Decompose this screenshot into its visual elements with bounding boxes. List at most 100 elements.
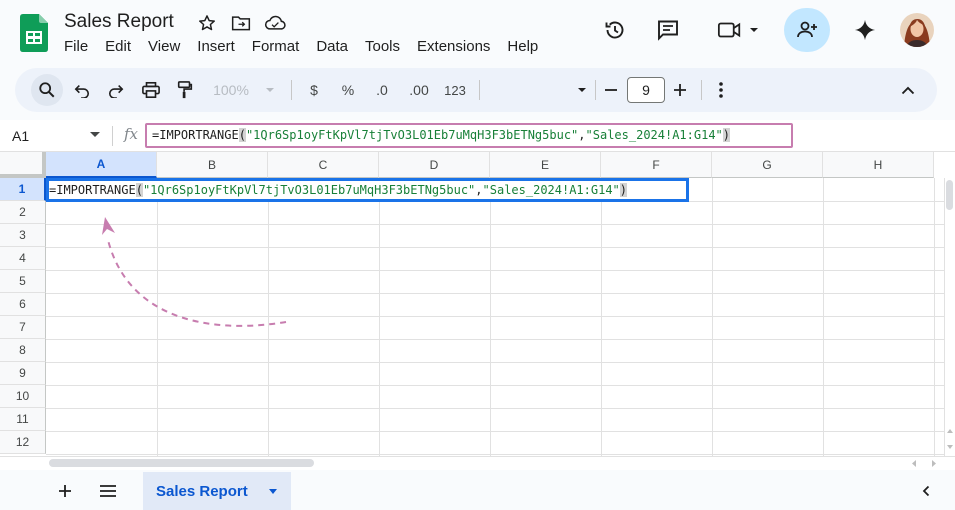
row-header-1[interactable]: 1 (0, 178, 46, 201)
increase-font-size-icon[interactable] (669, 68, 691, 112)
scroll-arrows-icon[interactable] (945, 424, 955, 454)
vertical-scrollbar[interactable] (944, 178, 955, 456)
grid-line (46, 408, 946, 409)
comments-icon[interactable] (652, 8, 684, 52)
more-formats-button[interactable]: 123 (441, 68, 469, 112)
column-header-h[interactable]: H (823, 152, 934, 178)
menu-view[interactable]: View (148, 38, 180, 55)
formula-open-paren: ( (238, 128, 246, 142)
document-title[interactable]: Sales Report (64, 11, 174, 33)
zoom-chevron-down-icon[interactable] (263, 68, 277, 112)
version-history-icon[interactable] (599, 8, 631, 52)
formula-bar-divider (112, 126, 113, 146)
formula-comma: , (578, 128, 586, 142)
column-header-f[interactable]: F (601, 152, 712, 178)
formula-arg-url: "1Qr6Sp1oyFtKpVl7tjTvO3L01Eb7uMqH3F3bETN… (245, 128, 579, 142)
explore-collapse-chevron-left-icon[interactable] (915, 471, 937, 510)
format-currency-button[interactable]: $ (303, 68, 325, 112)
grid-line (601, 178, 602, 456)
toolbar-divider (291, 80, 292, 100)
cloud-status-icon[interactable] (263, 12, 287, 34)
cell-formula-open-paren: ( (135, 183, 143, 197)
star-icon[interactable] (195, 12, 219, 34)
toolbar-divider (479, 80, 480, 100)
row-header-3[interactable]: 3 (0, 224, 46, 247)
name-box-chevron-down-icon[interactable] (90, 132, 100, 137)
grid-line (46, 431, 946, 432)
sheet-tab-sales-report[interactable]: Sales Report (143, 472, 291, 510)
decrease-font-size-icon[interactable] (600, 68, 622, 112)
more-options-icon[interactable] (710, 68, 732, 112)
user-avatar[interactable] (900, 13, 934, 47)
paint-format-icon[interactable] (170, 68, 200, 112)
row-header-9[interactable]: 9 (0, 362, 46, 385)
gemini-sparkle-icon[interactable] (849, 8, 881, 52)
menu-extensions[interactable]: Extensions (417, 38, 490, 55)
hscroll-arrows-icon[interactable] (910, 459, 940, 468)
row-header-2[interactable]: 2 (0, 201, 46, 224)
font-family-select[interactable] (491, 68, 587, 112)
redo-icon[interactable] (101, 68, 131, 112)
row-header-7[interactable]: 7 (0, 316, 46, 339)
cell-formula-close-paren: ) (619, 183, 628, 197)
title-bar: Sales Report File Edit View Insert Forma… (0, 0, 955, 66)
name-box[interactable]: A1 (12, 128, 29, 144)
row-header-12[interactable]: 12 (0, 431, 46, 454)
sheet-tab-chevron-down-icon[interactable] (269, 489, 277, 494)
menu-file[interactable]: File (64, 38, 88, 55)
share-button[interactable] (784, 8, 830, 52)
formula-function: =IMPORTRANGE (152, 128, 239, 142)
cell-a1-editor[interactable]: =IMPORTRANGE("1Qr6Sp1oyFtKpVl7tjTvO3L01E… (49, 182, 628, 198)
collapse-menus-icon[interactable] (895, 68, 921, 112)
decrease-decimal-label: .0 (376, 82, 388, 98)
cell-formula-arg-range: "Sales_2024!A1:G14" (482, 183, 620, 197)
row-header-5[interactable]: 5 (0, 270, 46, 293)
menu-help[interactable]: Help (507, 38, 538, 55)
increase-decimal-label: .00 (409, 82, 429, 98)
column-header-a[interactable]: A (46, 152, 157, 178)
row-header-6[interactable]: 6 (0, 293, 46, 316)
column-header-c[interactable]: C (268, 152, 379, 178)
print-icon[interactable] (136, 68, 166, 112)
row-header-11[interactable]: 11 (0, 408, 46, 431)
menu-data[interactable]: Data (316, 38, 348, 55)
formula-arg-range: "Sales_2024!A1:G14" (585, 128, 723, 142)
formula-close-paren: ) (722, 128, 731, 142)
menu-edit[interactable]: Edit (105, 38, 131, 55)
undo-icon[interactable] (67, 68, 97, 112)
grid-line (46, 362, 946, 363)
row-header-4[interactable]: 4 (0, 247, 46, 270)
sheet-tab-label: Sales Report (156, 482, 248, 500)
move-folder-icon[interactable] (229, 12, 253, 34)
column-header-b[interactable]: B (157, 152, 268, 178)
zoom-select[interactable]: 100% (207, 68, 255, 112)
formula-bar: A1 fx =IMPORTRANGE("1Qr6Sp1oyFtKpVl7tjTv… (0, 120, 955, 152)
meet-call-icon[interactable] (713, 8, 763, 52)
grid-line (46, 339, 946, 340)
column-header-g[interactable]: G (712, 152, 823, 178)
decrease-decimal-button[interactable]: .0 (370, 68, 394, 112)
column-header-e[interactable]: E (490, 152, 601, 178)
font-size-input[interactable]: 9 (627, 77, 665, 103)
horizontal-scroll-thumb[interactable] (49, 459, 314, 467)
row-header-8[interactable]: 8 (0, 339, 46, 362)
format-percent-button[interactable]: % (337, 68, 359, 112)
column-header-d[interactable]: D (379, 152, 490, 178)
all-sheets-menu-icon[interactable] (94, 471, 122, 510)
sheets-logo-icon[interactable] (20, 14, 48, 52)
add-sheet-icon[interactable] (52, 471, 78, 510)
fx-icon: fx (124, 125, 139, 143)
grid-line (46, 385, 946, 386)
vertical-scroll-thumb[interactable] (946, 180, 953, 210)
grid-line (823, 178, 824, 456)
row-header-10[interactable]: 10 (0, 385, 46, 408)
increase-decimal-button[interactable]: .00 (405, 68, 433, 112)
menu-insert[interactable]: Insert (197, 38, 235, 55)
formula-input[interactable]: =IMPORTRANGE("1Qr6Sp1oyFtKpVl7tjTvO3L01E… (145, 123, 793, 148)
grid-line (712, 178, 713, 456)
search-icon[interactable] (31, 68, 63, 112)
menu-tools[interactable]: Tools (365, 38, 400, 55)
select-all-corner[interactable] (0, 152, 46, 178)
menu-format[interactable]: Format (252, 38, 300, 55)
grid-line (379, 178, 380, 456)
